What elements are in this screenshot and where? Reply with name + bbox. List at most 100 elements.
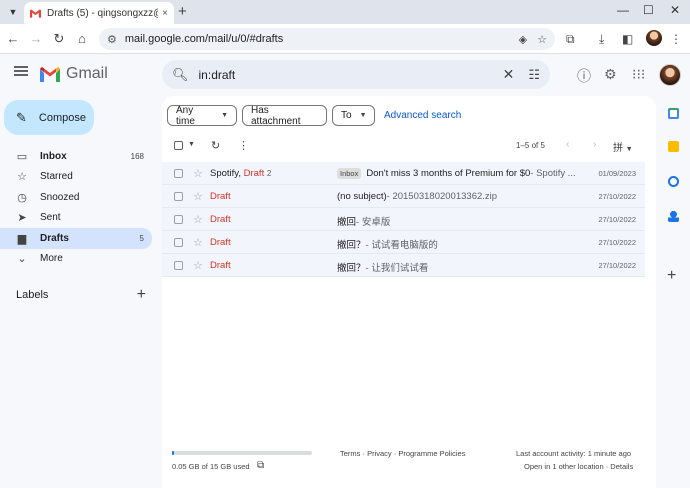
- calendar-icon[interactable]: [668, 108, 679, 119]
- policy-links[interactable]: Terms · Privacy · Programme Policies: [340, 449, 465, 458]
- reload-icon[interactable]: ↻: [51, 31, 67, 47]
- star-icon[interactable]: ☆: [193, 236, 203, 249]
- main-menu-icon[interactable]: [14, 66, 28, 76]
- maximize-icon[interactable]: ☐: [643, 3, 654, 17]
- search-icon[interactable]: 🔍︎: [172, 67, 189, 83]
- pagination-text: 1–5 of 5: [516, 141, 545, 150]
- storage-bar: [172, 451, 312, 455]
- to-filter[interactable]: To ▼: [332, 105, 375, 126]
- search-input[interactable]: in:draft: [199, 68, 503, 82]
- select-menu-caret-icon[interactable]: ▼: [188, 141, 195, 148]
- other-location-link[interactable]: Open in 1 other location · Details: [524, 462, 633, 471]
- side-panel-icon[interactable]: ◧: [622, 32, 633, 46]
- table-row[interactable]: ☆ Spotify, Draft 2 Inbox Don't miss 3 month…: [162, 162, 645, 185]
- sidebar-item-count: 168: [130, 151, 144, 161]
- sidebar-item-label: Snoozed: [40, 191, 80, 203]
- row-snippet: - 安卓版: [356, 217, 391, 228]
- window-close-icon[interactable]: ✕: [670, 3, 680, 17]
- compose-button[interactable]: ✎ Compose: [4, 100, 94, 135]
- send-icon: ➤: [17, 212, 27, 225]
- forward-icon[interactable]: →: [28, 31, 44, 46]
- row-checkbox[interactable]: [174, 169, 183, 178]
- row-checkbox[interactable]: [174, 215, 183, 224]
- search-options-icon[interactable]: ☷: [528, 67, 540, 83]
- minimize-icon[interactable]: —: [617, 3, 629, 17]
- select-all-checkbox[interactable]: [174, 141, 183, 150]
- browser-tab[interactable]: Drafts (5) - qingsongxzz@gmail.com ×: [24, 2, 174, 24]
- sidebar-item-label: Sent: [40, 212, 61, 224]
- table-row[interactable]: ☆ Draft 撤回？ - 试试看电脑版的 27/10/2022: [162, 231, 645, 254]
- bookmark-star-icon[interactable]: ☆: [537, 33, 547, 46]
- keep-icon[interactable]: [668, 141, 679, 152]
- input-tools-button[interactable]: 拼 ▼: [613, 139, 633, 154]
- sidebar-item-starred[interactable]: ☆ Starred: [0, 167, 152, 188]
- add-label-icon[interactable]: +: [137, 286, 146, 304]
- advanced-search-link[interactable]: Advanced search: [384, 110, 461, 121]
- tab-close-icon[interactable]: ×: [162, 8, 168, 19]
- clear-search-icon[interactable]: ✕: [503, 66, 515, 83]
- row-subject: (no subject): [337, 191, 387, 202]
- row-subject-line: (no subject) - 20150318020013362.zip: [337, 191, 577, 202]
- row-checkbox[interactable]: [174, 192, 183, 201]
- row-sender: Draft: [210, 237, 231, 248]
- omnibox[interactable]: ⚙ mail.google.com/mail/u/0/#drafts ◈ ☆: [99, 28, 555, 50]
- refresh-icon[interactable]: ↻: [211, 139, 220, 152]
- star-icon[interactable]: ☆: [193, 213, 203, 226]
- row-date: 27/10/2022: [598, 215, 636, 224]
- row-checkbox[interactable]: [174, 261, 183, 270]
- star-icon[interactable]: ☆: [193, 167, 203, 180]
- extensions-icon[interactable]: ⧉: [566, 32, 575, 47]
- row-subject-line: 撤回？ - 试试看电脑版的: [337, 237, 577, 251]
- caret-down-icon: ▼: [625, 146, 633, 153]
- sidebar-item-snoozed[interactable]: ◷ Snoozed: [0, 187, 152, 208]
- row-sender: Spotify, Draft 2: [210, 168, 271, 179]
- sidebar-item-inbox[interactable]: ▭ Inbox 168: [0, 146, 152, 167]
- manage-storage-icon[interactable]: ⧉: [257, 460, 264, 471]
- storage-text: 0.05 GB of 15 GB used: [172, 462, 250, 471]
- inbox-badge: Inbox: [337, 168, 362, 179]
- row-snippet: - 试试看电脑版的: [365, 240, 438, 251]
- contacts-icon[interactable]: [668, 211, 679, 222]
- any-time-filter[interactable]: Any time ▼: [167, 104, 237, 127]
- row-date: 01/09/2023: [598, 169, 636, 178]
- older-page-icon[interactable]: ›: [593, 139, 596, 150]
- site-info-icon[interactable]: ⚙: [107, 33, 117, 46]
- table-row[interactable]: ☆ Draft (no subject) - 20150318020013362.z…: [162, 185, 645, 208]
- settings-gear-icon[interactable]: ⚙: [604, 66, 617, 83]
- star-icon[interactable]: ☆: [193, 190, 203, 203]
- help-icon[interactable]: ⓘ: [577, 66, 591, 86]
- download-icon[interactable]: ⤓: [599, 32, 604, 47]
- row-subject: Don't miss 3 months of Premium for $0: [366, 168, 531, 179]
- sidebar-item-more[interactable]: ⌄ More: [0, 249, 152, 270]
- row-sender: Draft: [210, 260, 231, 271]
- table-row[interactable]: ☆ Draft 撤回 - 安卓版 27/10/2022: [162, 208, 645, 231]
- mail-list-panel: Any time ▼ Has attachment To ▼ Advanced se…: [162, 96, 656, 488]
- newer-page-icon[interactable]: ‹: [566, 139, 569, 150]
- tasks-icon[interactable]: [668, 176, 679, 187]
- gmail-favicon-icon: [30, 8, 41, 18]
- browser-profile-avatar[interactable]: [646, 30, 662, 46]
- gmail-logo[interactable]: Gmail: [40, 65, 108, 83]
- get-addons-icon[interactable]: +: [667, 267, 676, 285]
- mail-search-bar[interactable]: 🔍︎ in:draft ✕ ☷: [162, 60, 550, 89]
- row-subject: 撤回？: [337, 240, 366, 251]
- has-attachment-filter[interactable]: Has attachment: [242, 105, 327, 127]
- account-avatar[interactable]: [659, 64, 681, 86]
- star-icon[interactable]: ☆: [193, 259, 203, 272]
- back-icon[interactable]: ←: [5, 31, 21, 46]
- new-tab-button[interactable]: +: [178, 3, 187, 20]
- table-row[interactable]: ☆ Draft 撤回？ - 让我们试试看 27/10/2022: [162, 254, 645, 277]
- home-icon[interactable]: ⌂: [74, 31, 90, 46]
- row-checkbox[interactable]: [174, 238, 183, 247]
- apps-grid-icon[interactable]: ⁝⁝⁝: [632, 66, 645, 83]
- browser-menu-icon[interactable]: ⋮: [670, 32, 682, 46]
- url-text[interactable]: mail.google.com/mail/u/0/#drafts: [125, 33, 509, 45]
- sidebar-item-drafts[interactable]: ▆ Drafts 5: [0, 228, 152, 249]
- more-options-icon[interactable]: ⋮: [238, 139, 249, 152]
- labels-section: Labels +: [16, 286, 146, 304]
- caret-down-icon: ▼: [221, 112, 228, 119]
- sidebar-item-sent[interactable]: ➤ Sent: [0, 208, 152, 229]
- any-time-label: Any time: [176, 104, 195, 127]
- tab-search-icon[interactable]: ▼: [4, 3, 22, 21]
- extension-eye-icon[interactable]: ◈: [519, 33, 527, 46]
